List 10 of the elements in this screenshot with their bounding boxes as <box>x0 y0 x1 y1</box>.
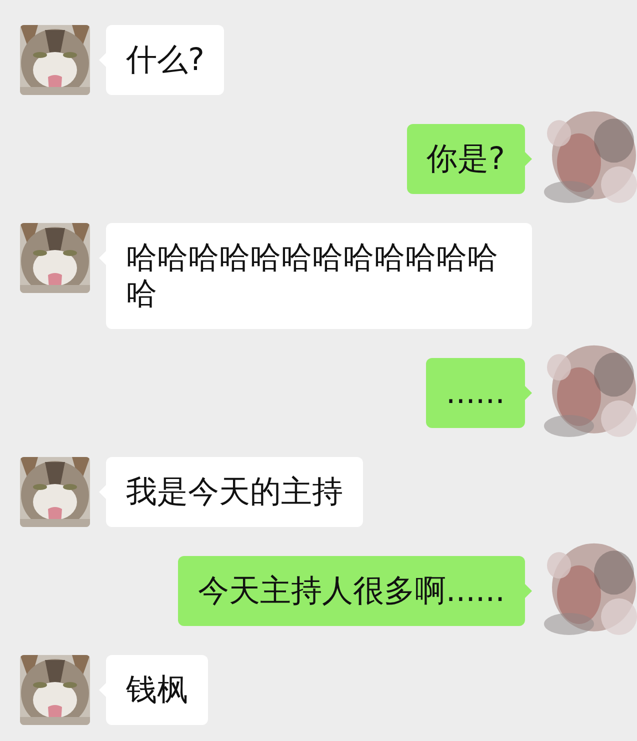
message-bubble: 哈哈哈哈哈哈哈哈哈哈哈哈哈 <box>106 223 532 329</box>
message-bubble: 我是今天的主持 <box>106 457 363 527</box>
message-bubble: 你是? <box>406 124 525 194</box>
bubble-tail <box>525 152 532 166</box>
message-bubble: 今天主持人很多啊...... <box>178 556 525 626</box>
message-bubble: ...... <box>426 358 525 428</box>
message-bubble: 什么? <box>106 25 224 95</box>
message-bubble: 钱枫 <box>106 655 208 725</box>
bubble-tail <box>525 584 532 598</box>
bubble-tail <box>525 386 532 400</box>
